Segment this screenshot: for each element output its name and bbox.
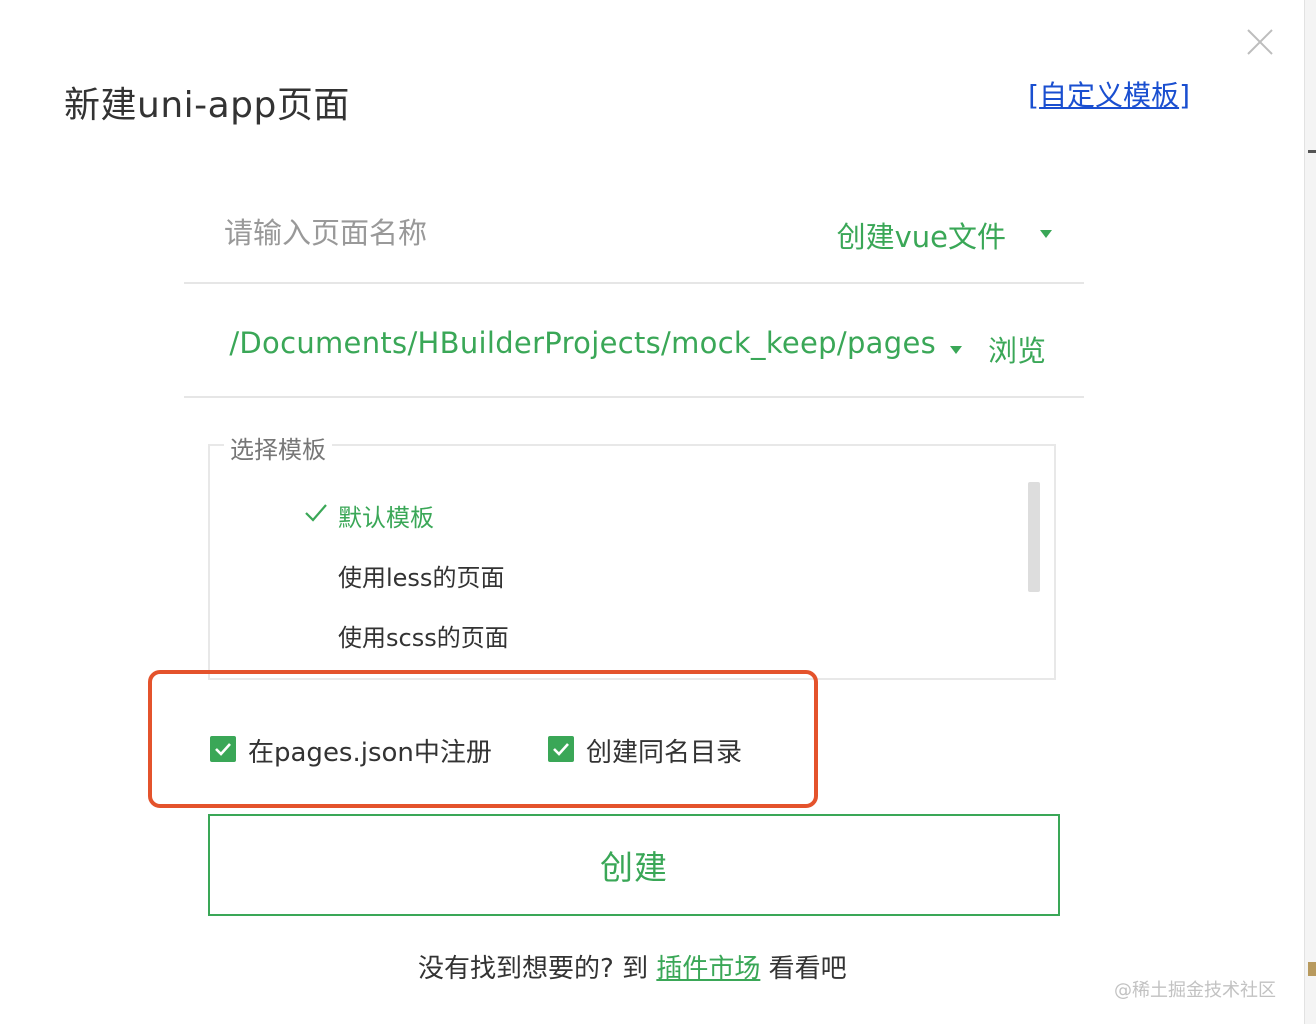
- location-row: /Documents/HBuilderProjects/mock_keep/pa…: [184, 312, 1084, 398]
- checkbox-checked-icon[interactable]: [210, 736, 236, 762]
- plugin-market-link[interactable]: 插件市场: [656, 954, 760, 984]
- footer-prefix: 没有找到想要的? 到: [418, 954, 649, 984]
- page-name-row: 创建vue文件: [184, 196, 1084, 284]
- location-path-text: /Documents/HBuilderProjects/mock_keep/pa…: [229, 326, 936, 360]
- template-legend: 选择模板: [224, 430, 332, 465]
- footer-text: 没有找到想要的? 到 插件市场 看看吧: [418, 948, 847, 985]
- check-icon: [305, 504, 327, 522]
- background-window-edge: [1305, 0, 1316, 1024]
- chevron-down-icon[interactable]: [1040, 230, 1052, 238]
- register-pages-json-label: 在pages.json中注册: [248, 738, 492, 768]
- location-path-field[interactable]: /Documents/HBuilderProjects/mock_keep/pa…: [220, 326, 936, 370]
- bracket-close: ]: [1179, 79, 1190, 112]
- new-page-dialog: 新建uni-app页面 [自定义模板] 创建vue文件 /Documents/H…: [0, 0, 1305, 1024]
- close-icon[interactable]: [1244, 26, 1276, 58]
- checkbox-checked-icon[interactable]: [548, 736, 574, 762]
- template-scrollbar[interactable]: [1028, 482, 1040, 592]
- custom-template-label[interactable]: 自定义模板: [1039, 79, 1179, 112]
- custom-template-link[interactable]: [自定义模板]: [1028, 74, 1190, 114]
- template-item-scss[interactable]: 使用scss的页面: [338, 618, 509, 653]
- create-same-dir-label: 创建同名目录: [586, 738, 743, 768]
- template-item-default[interactable]: 默认模板: [338, 498, 434, 533]
- bracket-open: [: [1028, 79, 1040, 112]
- background-edge-mark: [1308, 150, 1316, 153]
- footer-suffix: 看看吧: [768, 954, 847, 984]
- dialog-title: 新建uni-app页面: [64, 85, 350, 126]
- create-button[interactable]: 创建: [208, 814, 1060, 916]
- template-item-less[interactable]: 使用less的页面: [338, 558, 504, 593]
- file-type-select[interactable]: 创建vue文件: [837, 214, 1006, 256]
- watermark: @稀土掘金技术社区: [1114, 980, 1276, 1001]
- browse-button[interactable]: 浏览: [988, 328, 1046, 370]
- page-name-input[interactable]: [224, 210, 784, 256]
- background-edge-mark: [1308, 962, 1316, 976]
- template-group: 选择模板 默认模板 使用less的页面 使用scss的页面: [208, 430, 1056, 680]
- chevron-down-icon[interactable]: [950, 346, 962, 354]
